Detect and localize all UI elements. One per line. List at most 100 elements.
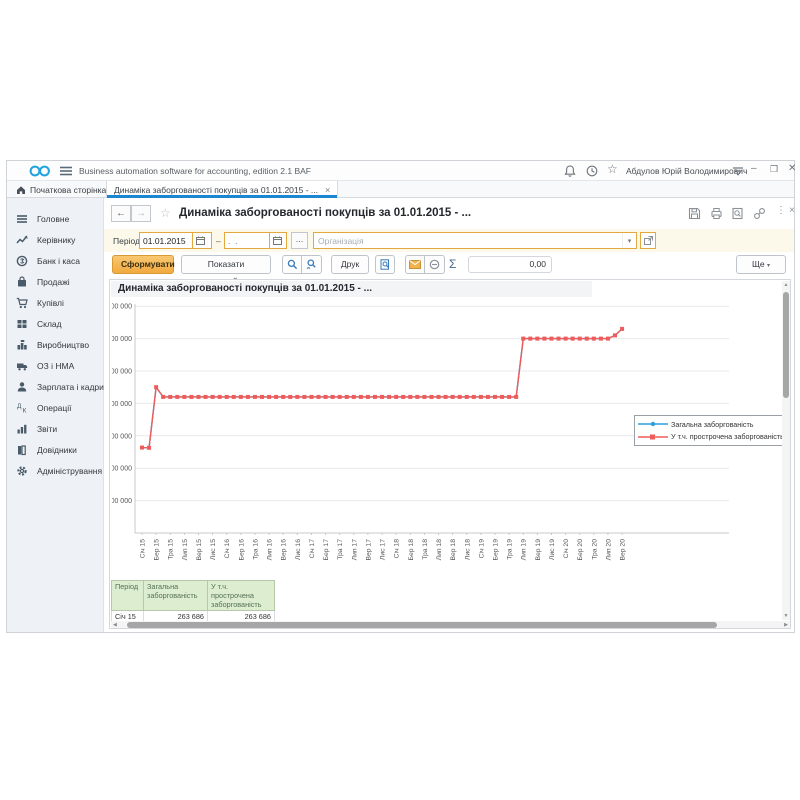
scroll-up-arrow[interactable]: ▲: [782, 282, 790, 288]
sidebar-item-2[interactable]: Керівнику: [7, 229, 103, 250]
horizontal-scrollbar[interactable]: ◀ ▶: [111, 621, 790, 629]
sidebar-item-13[interactable]: Адміністрування: [7, 460, 103, 481]
tab-home[interactable]: Початкова сторінка: [9, 181, 113, 198]
scroll-left-arrow[interactable]: ◀: [113, 621, 117, 629]
tab-close-icon[interactable]: ×: [325, 185, 330, 195]
report-area: Динаміка заборгованості покупців за 01.0…: [109, 279, 791, 629]
history-icon[interactable]: [585, 164, 599, 178]
user-name[interactable]: Абдулов Юрій Володимирович: [626, 166, 747, 176]
vertical-scroll-thumb[interactable]: [783, 292, 789, 398]
svg-text:200 000: 200 000: [112, 466, 132, 473]
svg-text:Тра 18: Тра 18: [422, 539, 429, 560]
calendar-icon[interactable]: [269, 233, 285, 248]
svg-text:400 000: 400 000: [112, 401, 132, 408]
sidebar-item-3[interactable]: Банк і каса: [7, 250, 103, 271]
notifications-bell-icon[interactable]: [563, 164, 577, 178]
sidebar-item-11[interactable]: Звіти: [7, 418, 103, 439]
favorites-star-icon[interactable]: ☆: [607, 162, 618, 176]
sidebar-item-6[interactable]: Склад: [7, 313, 103, 334]
print-preview-button[interactable]: [375, 255, 395, 274]
period-label: Період:: [113, 236, 142, 246]
sidebar-item-4[interactable]: Продажі: [7, 271, 103, 292]
sidebar-item-label: Продажі: [37, 277, 70, 287]
factory-icon: [16, 339, 28, 351]
period-from-input[interactable]: [140, 233, 192, 248]
cancel-search-button[interactable]: [302, 255, 322, 274]
more-actions-icon[interactable]: ⋮: [776, 205, 786, 216]
sidebar-item-10[interactable]: ДКОперації: [7, 397, 103, 418]
svg-text:Лип 19: Лип 19: [521, 539, 528, 561]
sidebar-item-5[interactable]: Купівлі: [7, 292, 103, 313]
autosum-icon[interactable]: Σ: [449, 257, 456, 271]
person-icon: [16, 381, 28, 393]
chart-legend: Загальна заборгованістьУ т.ч. прострочен…: [634, 415, 786, 446]
search-icon: [287, 259, 298, 270]
legend-item: У т.ч. прострочена заборгованість: [638, 432, 782, 441]
scroll-down-arrow[interactable]: ▼: [782, 613, 790, 619]
bank-icon: [16, 255, 28, 267]
svg-text:Лип 17: Лип 17: [351, 539, 358, 561]
report-chart-icon: [16, 423, 28, 435]
svg-text:Січ 16: Січ 16: [223, 539, 231, 559]
send-email-button[interactable]: [405, 255, 425, 274]
envelope-icon: [409, 260, 421, 269]
svg-text:Вер 15: Вер 15: [196, 539, 203, 561]
preview-icon[interactable]: [731, 207, 744, 220]
schedule-button[interactable]: [425, 255, 445, 274]
sidebar-item-7[interactable]: Виробництво: [7, 334, 103, 355]
tab-report[interactable]: Динаміка заборгованості покупців за 01.0…: [106, 181, 338, 198]
svg-text:Січ 17: Січ 17: [308, 539, 316, 559]
legend-marker: [638, 420, 668, 428]
svg-text:Тра 16: Тра 16: [252, 539, 259, 560]
svg-text:К: К: [23, 407, 27, 414]
vertical-scrollbar[interactable]: ▲ ▼: [782, 281, 790, 620]
print-button[interactable]: Друк: [331, 255, 369, 274]
forward-button[interactable]: →: [131, 205, 151, 222]
sidebar-item-9[interactable]: Зарплата і кадри: [7, 376, 103, 397]
period-to-input[interactable]: [225, 233, 269, 248]
home-icon: [16, 185, 26, 195]
close-form-icon[interactable]: ×: [789, 205, 795, 216]
show-settings-button[interactable]: Показати настройки: [181, 255, 271, 274]
back-button[interactable]: ←: [111, 205, 131, 222]
legend-marker: [638, 433, 668, 441]
report-table: ПеріодЗагальна заборгованістьУ т.ч. прос…: [111, 580, 275, 622]
print-icon[interactable]: [710, 207, 723, 220]
svg-text:Тра 15: Тра 15: [168, 539, 175, 560]
organization-open-button[interactable]: [640, 232, 656, 249]
minimize-button[interactable]: –: [751, 163, 757, 174]
service-menu-icon[interactable]: [731, 164, 745, 178]
favorite-star-icon[interactable]: ☆: [160, 206, 171, 220]
cart-icon: [16, 297, 28, 309]
svg-text:Бер 19: Бер 19: [493, 539, 500, 561]
sidebar-item-1[interactable]: Головне: [7, 208, 103, 229]
svg-text:Тра 20: Тра 20: [591, 539, 598, 560]
search-button[interactable]: [282, 255, 302, 274]
chevron-down-icon[interactable]: ▾: [622, 233, 636, 248]
save-icon[interactable]: [688, 207, 701, 220]
sidebar-item-12[interactable]: Довідники: [7, 439, 103, 460]
svg-text:Лип 15: Лип 15: [182, 539, 189, 561]
get-link-icon[interactable]: [753, 207, 766, 220]
sidebar-item-8[interactable]: ОЗ і НМА: [7, 355, 103, 376]
period-options-button[interactable]: ...: [291, 232, 308, 249]
sum-field[interactable]: 0,00: [468, 256, 552, 273]
maximize-button[interactable]: ❐: [770, 164, 778, 175]
calendar-icon[interactable]: [192, 233, 208, 248]
close-window-button[interactable]: ✕: [788, 163, 796, 174]
generate-button[interactable]: Сформувати: [112, 255, 174, 274]
svg-text:Вер 20: Вер 20: [620, 539, 627, 561]
more-button[interactable]: Ще ▾: [736, 255, 786, 274]
sidebar-item-label: Виробництво: [37, 340, 89, 350]
horizontal-scroll-thumb[interactable]: [127, 622, 717, 628]
more-button-label: Ще: [752, 259, 765, 269]
svg-text:Лип 18: Лип 18: [436, 539, 443, 561]
svg-text:Січ 18: Січ 18: [393, 539, 401, 559]
organization-input[interactable]: [314, 233, 622, 248]
scroll-right-arrow[interactable]: ▶: [784, 621, 788, 629]
svg-text:Лип 20: Лип 20: [605, 539, 612, 561]
period-row: Період: – ... ▾: [104, 229, 794, 252]
table-header-1: Період: [112, 581, 144, 611]
main-menu-icon[interactable]: [60, 166, 72, 176]
sidebar-item-label: Банк і каса: [37, 256, 80, 266]
